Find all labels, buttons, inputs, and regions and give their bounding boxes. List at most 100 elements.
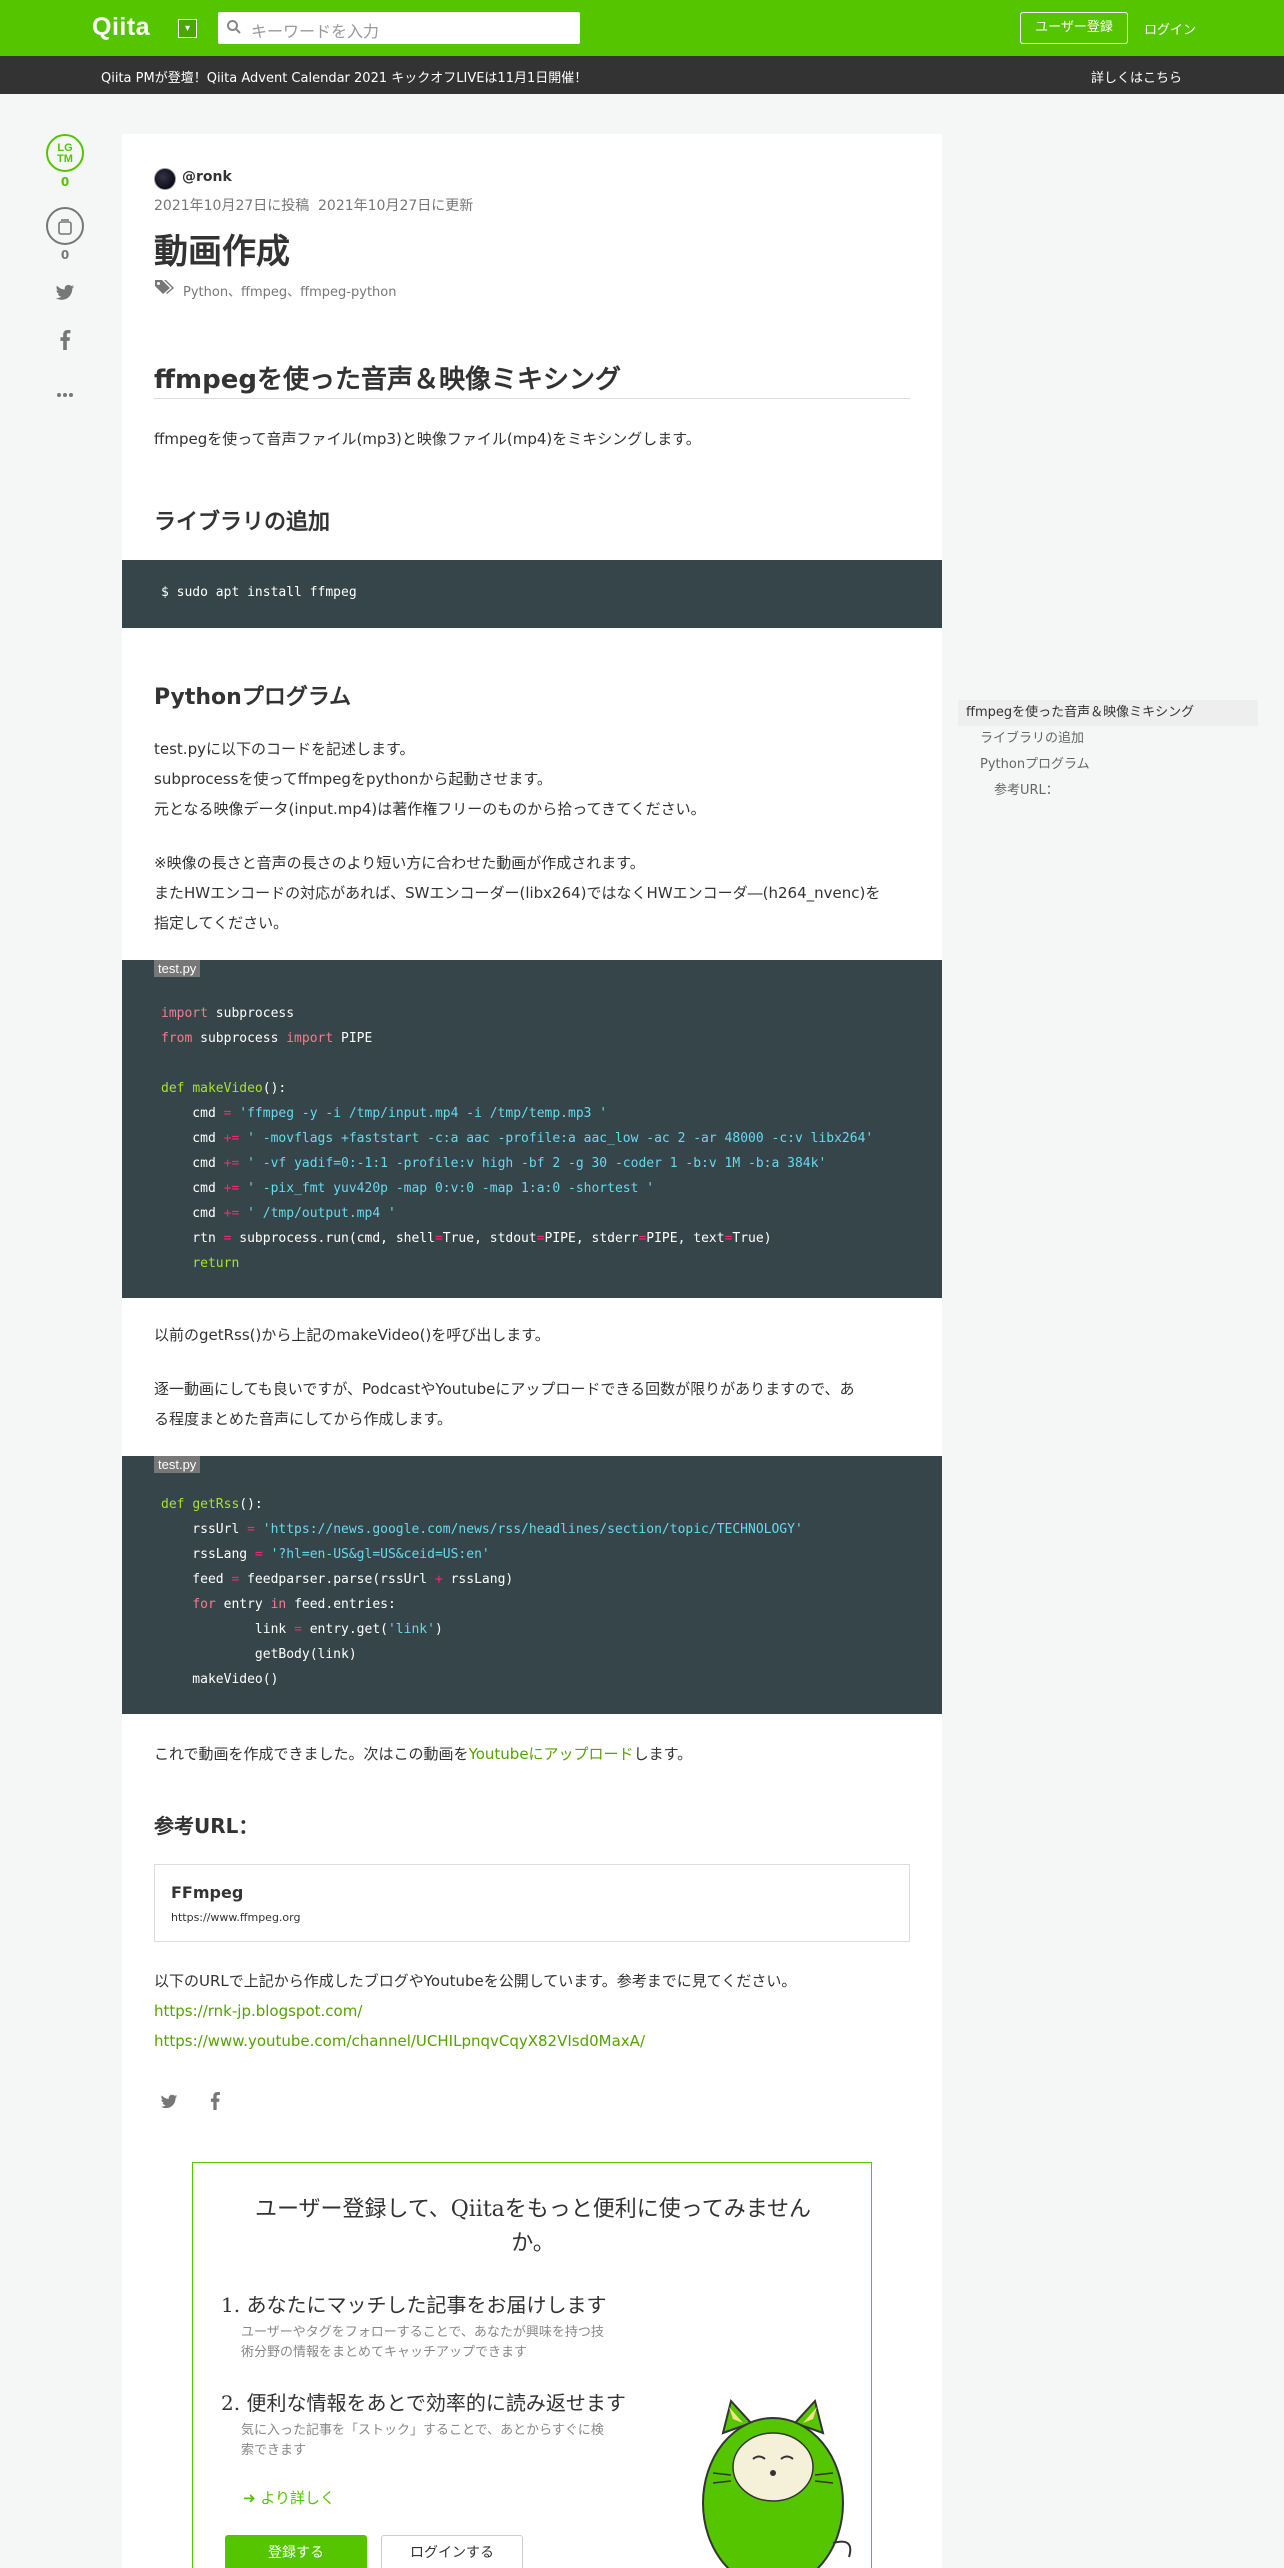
link-card-url: https://www.ffmpeg.org bbox=[171, 1911, 301, 1924]
code-line: cmd += ' -movflags +faststart -c:a aac -… bbox=[161, 1131, 874, 1146]
paragraph-line: ※映像の長さと音声の長さのより短い方に合わせた動画が作成されます。 bbox=[154, 854, 645, 872]
tag-list[interactable]: Python、ffmpeg、ffmpeg-python bbox=[183, 281, 396, 300]
lgtm-count: 0 bbox=[60, 175, 70, 189]
paragraph-line: 元となる映像データ(input.mp4)は著作権フリーのものから拾ってきてくださ… bbox=[154, 800, 706, 818]
facebook-share-button[interactable] bbox=[36, 330, 94, 354]
search-placeholder: キーワードを入力 bbox=[251, 22, 380, 41]
twitter-icon[interactable] bbox=[160, 2094, 178, 2114]
text-segment: します。 bbox=[633, 1745, 693, 1763]
twitter-icon[interactable] bbox=[55, 284, 75, 302]
more-info-label: より詳しく bbox=[260, 2489, 336, 2507]
code-line: def getRss(): bbox=[161, 1497, 263, 1512]
toc-item-python[interactable]: Pythonプログラム bbox=[958, 752, 1258, 778]
link-card-title: FFmpeg bbox=[171, 1883, 244, 1902]
paragraph-line: 指定してください。 bbox=[154, 914, 289, 932]
stock-count: 0 bbox=[60, 248, 70, 262]
code-line: rssUrl = 'https://news.google.com/news/r… bbox=[161, 1522, 803, 1537]
page-title: 動画作成 bbox=[154, 232, 290, 272]
code-block-get-rss: test.py def getRss(): rssUrl = 'https://… bbox=[122, 1456, 942, 1714]
paragraph-line: 以下のURLで上記から作成したブログやYoutubeを公開しています。参考までに… bbox=[154, 1972, 797, 1990]
registration-title-line: ユーザー登録して、Qiitaをもっと便利に使ってみません bbox=[254, 2197, 812, 2222]
heading-divider bbox=[154, 398, 910, 399]
signup-button[interactable]: ユーザー登録 bbox=[1020, 12, 1128, 44]
paragraph-line: subprocessを使ってffmpegをpythonから起動させます。 bbox=[154, 770, 552, 788]
author-link[interactable]: @ronk bbox=[182, 169, 232, 185]
paragraph-line: またHWエンコードの対応があれば、SWエンコーダー(libx264)ではなくHW… bbox=[154, 884, 881, 902]
chevron-down-icon[interactable]: ▾ bbox=[178, 19, 197, 38]
article-body: @ronk 2021年10月27日に投稿 2021年10月27日に更新 動画作成… bbox=[122, 134, 942, 2568]
qiita-logo[interactable]: Qiita bbox=[92, 13, 150, 42]
blog-link[interactable]: https://rnk-jp.blogspot.com/ bbox=[154, 1996, 362, 2026]
benefit-description-line: ユーザーやタグをフォローすることで、あなたが興味を持つ技 bbox=[241, 2325, 604, 2340]
paragraph-line: これで動画を作成できました。次はこの動画をYoutubeにアップロードします。 bbox=[154, 1739, 692, 1769]
code-line: rssLang = '?hl=en-US&gl=US&ceid=US:en' bbox=[161, 1547, 490, 1562]
intro-text: ffmpegを使って音声ファイル(mp3)と映像ファイル(mp4)をミキシングし… bbox=[154, 430, 701, 448]
stock-button[interactable]: 0 bbox=[36, 207, 94, 262]
lgtm-button[interactable]: LG TM 0 bbox=[36, 134, 94, 189]
paragraph-line: 逐一動画にしても良いですが、PodcastやYoutubeにアップロードできる回… bbox=[154, 1380, 855, 1398]
code-line: makeVideo() bbox=[161, 1672, 279, 1687]
code-line: getBody(link) bbox=[161, 1647, 357, 1662]
benefit-description-line: 索できます bbox=[241, 2443, 307, 2458]
posted-date: 2021年10月27日に投稿 bbox=[154, 198, 310, 214]
section-heading-library: ライブラリの追加 bbox=[154, 510, 331, 535]
benefit-title: 2. 便利な情報をあとで効率的に読み返せます bbox=[221, 2391, 626, 2415]
table-of-contents: ffmpegを使った音声＆映像ミキシング ライブラリの追加 Pythonプログラ… bbox=[958, 700, 1258, 804]
code-filename: test.py bbox=[154, 1456, 201, 1473]
search-input[interactable]: キーワードを入力 bbox=[218, 12, 580, 44]
code-line: def makeVideo(): bbox=[161, 1081, 287, 1096]
benefit-description: ユーザーやタグをフォローすることで、あなたが興味を持つ技 術分野の情報をまとめて… bbox=[241, 2323, 604, 2363]
youtube-channel-link[interactable]: https://www.youtube.com/channel/UCHILpnq… bbox=[154, 2026, 645, 2056]
updated-date: 2021年10月27日に更新 bbox=[318, 198, 474, 214]
arrow-circle-icon: ➜ bbox=[243, 2489, 256, 2507]
toc-item-mixing[interactable]: ffmpegを使った音声＆映像ミキシング bbox=[958, 700, 1258, 726]
code-block-install: $ sudo apt install ffmpeg bbox=[122, 560, 942, 628]
registration-promo: ユーザー登録して、Qiitaをもっと便利に使ってみません か。 1. あなたにマ… bbox=[192, 2162, 872, 2568]
youtube-upload-link[interactable]: Youtubeにアップロード bbox=[469, 1745, 634, 1763]
login-link[interactable]: ログイン bbox=[1144, 19, 1196, 38]
code-line: rtn = subprocess.run(cmd, shell=True, st… bbox=[161, 1231, 772, 1246]
paragraph-line: test.pyに以下のコードを記述します。 bbox=[154, 740, 415, 758]
announcement-link[interactable]: 詳しくはこちら bbox=[1091, 67, 1182, 86]
benefit-title: 1. あなたにマッチした記事をお届けします bbox=[221, 2293, 607, 2317]
code-line: from subprocess import PIPE bbox=[161, 1031, 373, 1046]
code-filename: test.py bbox=[154, 960, 201, 977]
search-icon bbox=[226, 19, 242, 39]
twitter-share-button[interactable] bbox=[36, 284, 94, 306]
code-line: cmd += ' -pix_fmt yuv420p -map 0:v:0 -ma… bbox=[161, 1181, 655, 1196]
more-info-link[interactable]: ➜ より詳しく bbox=[243, 2487, 335, 2508]
lgtm-icon[interactable]: LG TM bbox=[46, 134, 84, 172]
benefit-description: 気に入った記事を「ストック」することで、あとからすぐに検 索できます bbox=[241, 2421, 604, 2461]
code-line: cmd += ' /tmp/output.mp4 ' bbox=[161, 1206, 396, 1221]
avatar[interactable] bbox=[154, 168, 176, 190]
facebook-icon[interactable] bbox=[59, 330, 71, 350]
benefit-description-line: 気に入った記事を「ストック」することで、あとからすぐに検 bbox=[241, 2423, 604, 2438]
code-line: cmd = 'ffmpeg -y -i /tmp/input.mp4 -i /t… bbox=[161, 1106, 608, 1121]
announcement-text: Qiita PMが登壇！Qiita Advent Calendar 2021 キ… bbox=[101, 71, 588, 86]
tag-icon bbox=[154, 279, 174, 299]
registration-title: ユーザー登録して、Qiitaをもっと便利に使ってみません か。 bbox=[223, 2193, 843, 2261]
toc-item-reference[interactable]: 参考URL： bbox=[958, 778, 1258, 804]
more-actions-button[interactable] bbox=[36, 383, 94, 402]
register-login-button[interactable]: ログインする bbox=[381, 2535, 523, 2568]
text-segment: これで動画を作成できました。次はこの動画を bbox=[154, 1745, 469, 1763]
toc-item-library[interactable]: ライブラリの追加 bbox=[958, 726, 1258, 752]
code-line: feed = feedparser.parse(rssUrl + rssLang… bbox=[161, 1572, 514, 1587]
stock-icon[interactable] bbox=[46, 207, 84, 245]
section-heading-mixing: ffmpegを使った音声＆映像ミキシング bbox=[154, 365, 622, 395]
code-line: return bbox=[192, 1256, 240, 1271]
paragraph-line: 以前のgetRss()から上記のmakeVideo()を呼び出します。 bbox=[154, 1326, 550, 1344]
register-button[interactable]: 登録する bbox=[225, 2535, 367, 2568]
paragraph-line: る程度まとめた音声にしてから作成します。 bbox=[154, 1410, 453, 1428]
qiita-mascot-icon bbox=[702, 2398, 852, 2568]
lgtm-label-bottom: TM bbox=[57, 153, 73, 165]
link-card-ffmpeg[interactable]: FFmpeg https://www.ffmpeg.org bbox=[154, 1864, 910, 1942]
code-line: $ sudo apt install ffmpeg bbox=[161, 585, 357, 600]
code-line: import subprocess bbox=[161, 1006, 295, 1021]
code-line: cmd += ' -vf yadif=0:-1:1 -profile:v hig… bbox=[161, 1156, 827, 1171]
registration-title-line: か。 bbox=[511, 2231, 555, 2256]
section-heading-reference: 参考URL： bbox=[154, 1814, 259, 1838]
top-header: Qiita ▾ キーワードを入力 ユーザー登録 ログイン bbox=[0, 0, 1284, 56]
facebook-icon[interactable] bbox=[210, 2092, 220, 2114]
more-icon[interactable] bbox=[56, 392, 74, 398]
